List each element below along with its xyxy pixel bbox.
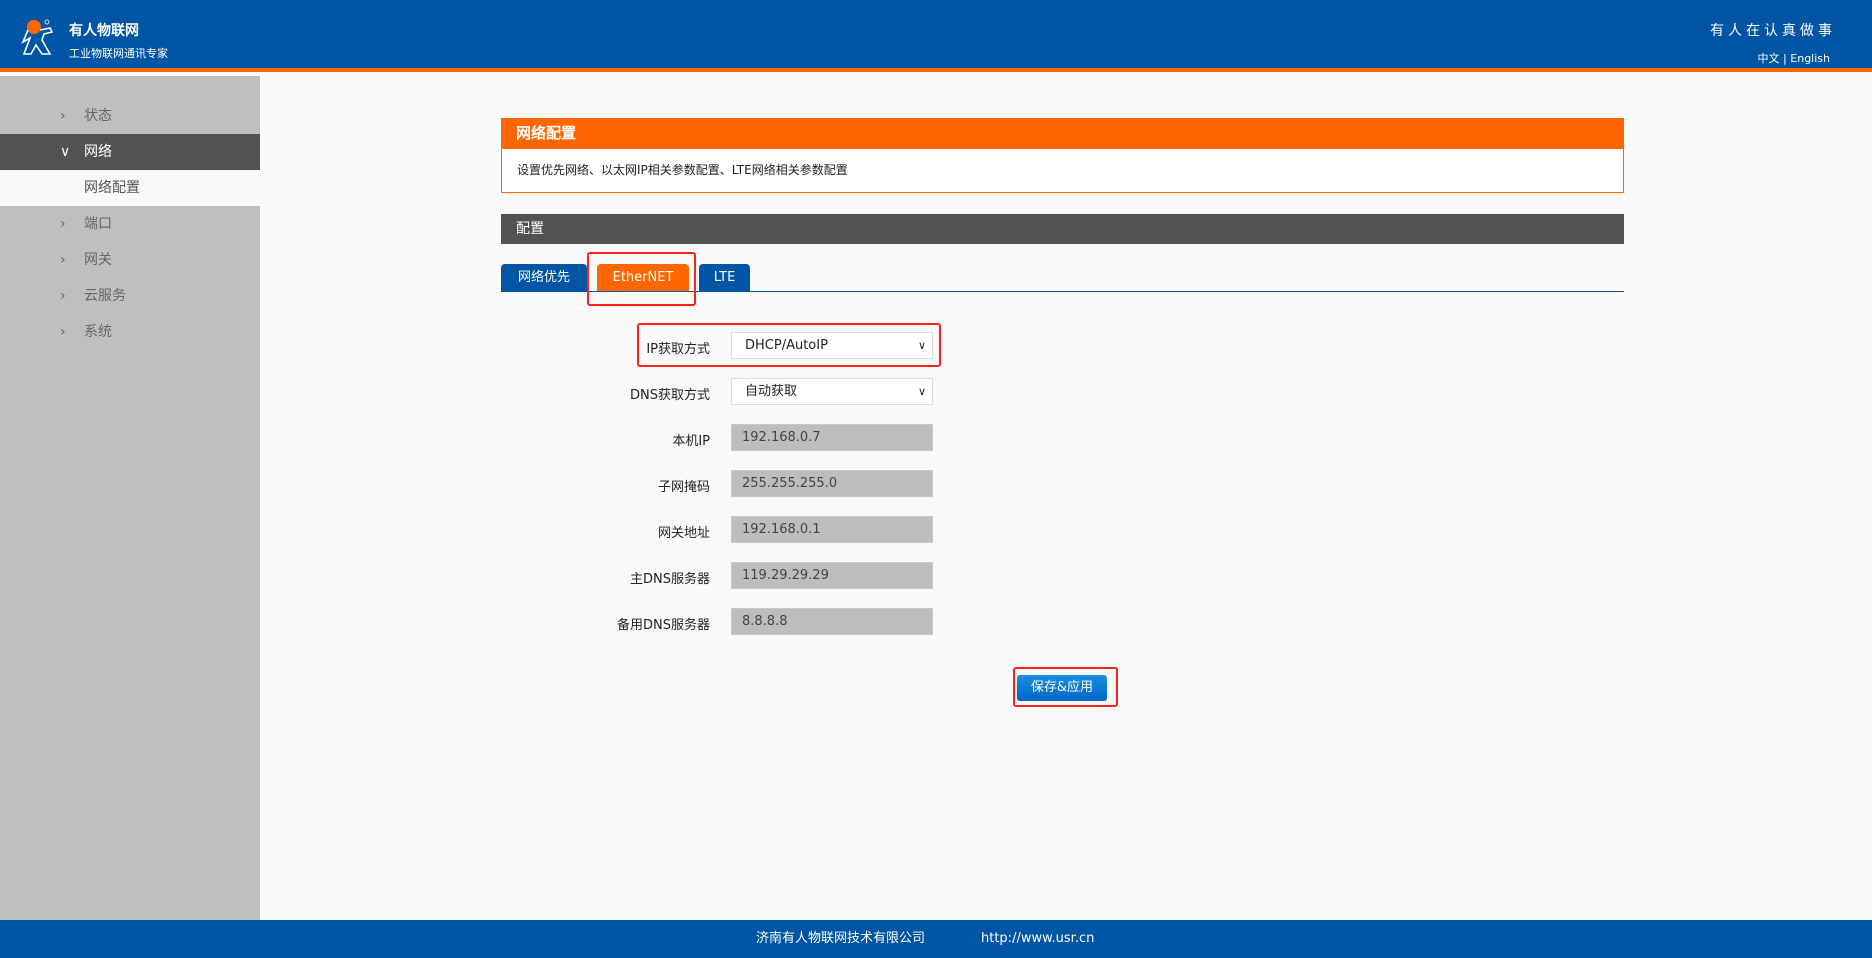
lang-zh-link[interactable]: 中文 <box>1758 52 1780 65</box>
sidebar-item-status[interactable]: › 状态 <box>0 98 260 134</box>
panel-description: 设置优先网络、以太网IP相关参数配置、LTE网络相关参数配置 <box>501 149 1624 193</box>
footer: 济南有人物联网技术有限公司 http://www.usr.cn <box>0 920 1872 958</box>
secondary-dns-label: 备用DNS服务器 <box>617 618 710 633</box>
sidebar-item-label: 状态 <box>84 108 112 124</box>
motto: 有人在认真做事 <box>1710 23 1836 39</box>
chevron-down-icon: ∨ <box>60 144 71 160</box>
dns-mode-select[interactable]: 自动获取 ∨ <box>731 378 933 405</box>
chevron-right-icon: › <box>60 324 66 340</box>
chevron-right-icon: › <box>60 108 66 124</box>
local-ip-input[interactable]: 192.168.0.7 <box>731 424 933 451</box>
brand-name: 有人物联网 <box>69 23 139 39</box>
top-header: 有人物联网 工业物联网通讯专家 有人在认真做事 中文 | English <box>0 0 1872 72</box>
gateway-label: 网关地址 <box>657 526 710 541</box>
save-apply-button[interactable]: 保存&应用 <box>1017 675 1107 701</box>
sidebar-item-label: 网关 <box>84 252 112 268</box>
sidebar-item-label: 网络 <box>84 144 112 160</box>
primary-dns-input[interactable]: 119.29.29.29 <box>731 562 933 589</box>
sidebar-item-port[interactable]: › 端口 <box>0 206 260 242</box>
primary-dns-label: 主DNS服务器 <box>630 572 710 587</box>
sidebar-item-gateway[interactable]: › 网关 <box>0 242 260 278</box>
lang-separator: | <box>1783 52 1787 65</box>
sidebar-item-label: 网络配置 <box>84 180 140 196</box>
config-section-title: 配置 <box>501 214 1624 244</box>
lang-en-link[interactable]: English <box>1790 52 1830 65</box>
secondary-dns-input[interactable]: 8.8.8.8 <box>731 608 933 635</box>
gateway-input[interactable]: 192.168.0.1 <box>731 516 933 543</box>
tab-lte[interactable]: LTE <box>699 264 750 292</box>
subnet-label: 子网掩码 <box>657 480 710 495</box>
ip-mode-value: DHCP/AutoIP <box>745 338 828 353</box>
sidebar-item-system[interactable]: › 系统 <box>0 314 260 350</box>
footer-url-link[interactable]: http://www.usr.cn <box>981 920 1094 958</box>
sidebar-item-label: 端口 <box>84 216 112 232</box>
chevron-right-icon: › <box>60 252 66 268</box>
sidebar-item-label: 系统 <box>84 324 112 340</box>
dns-mode-label: DNS获取方式 <box>630 388 710 403</box>
sidebar-item-cloud[interactable]: › 云服务 <box>0 278 260 314</box>
dns-mode-value: 自动获取 <box>745 384 798 399</box>
sidebar: › 状态 ∨ 网络 网络配置 › 端口 › 网关 › 云服务 › 系统 <box>0 76 260 920</box>
brand-slogan: 工业物联网通讯专家 <box>69 47 168 60</box>
sidebar-item-network-config[interactable]: 网络配置 <box>0 170 260 206</box>
ip-mode-label: IP获取方式 <box>646 342 710 357</box>
sidebar-item-label: 云服务 <box>84 288 126 304</box>
language-switcher: 中文 | English <box>1758 50 1830 66</box>
chevron-right-icon: › <box>60 216 66 232</box>
tab-network-priority[interactable]: 网络优先 <box>501 264 587 292</box>
chevron-right-icon: › <box>60 288 66 304</box>
chevron-down-icon: ∨ <box>917 385 926 398</box>
footer-company: 济南有人物联网技术有限公司 <box>756 931 926 946</box>
local-ip-label: 本机IP <box>672 434 710 449</box>
sidebar-item-network[interactable]: ∨ 网络 <box>0 134 260 170</box>
panel-title: 网络配置 <box>501 118 1624 149</box>
highlight-box <box>587 252 696 306</box>
usr-logo-icon <box>21 19 54 55</box>
subnet-input[interactable]: 255.255.255.0 <box>731 470 933 497</box>
ip-mode-select[interactable]: DHCP/AutoIP ∨ <box>731 332 933 359</box>
chevron-down-icon: ∨ <box>917 339 926 352</box>
